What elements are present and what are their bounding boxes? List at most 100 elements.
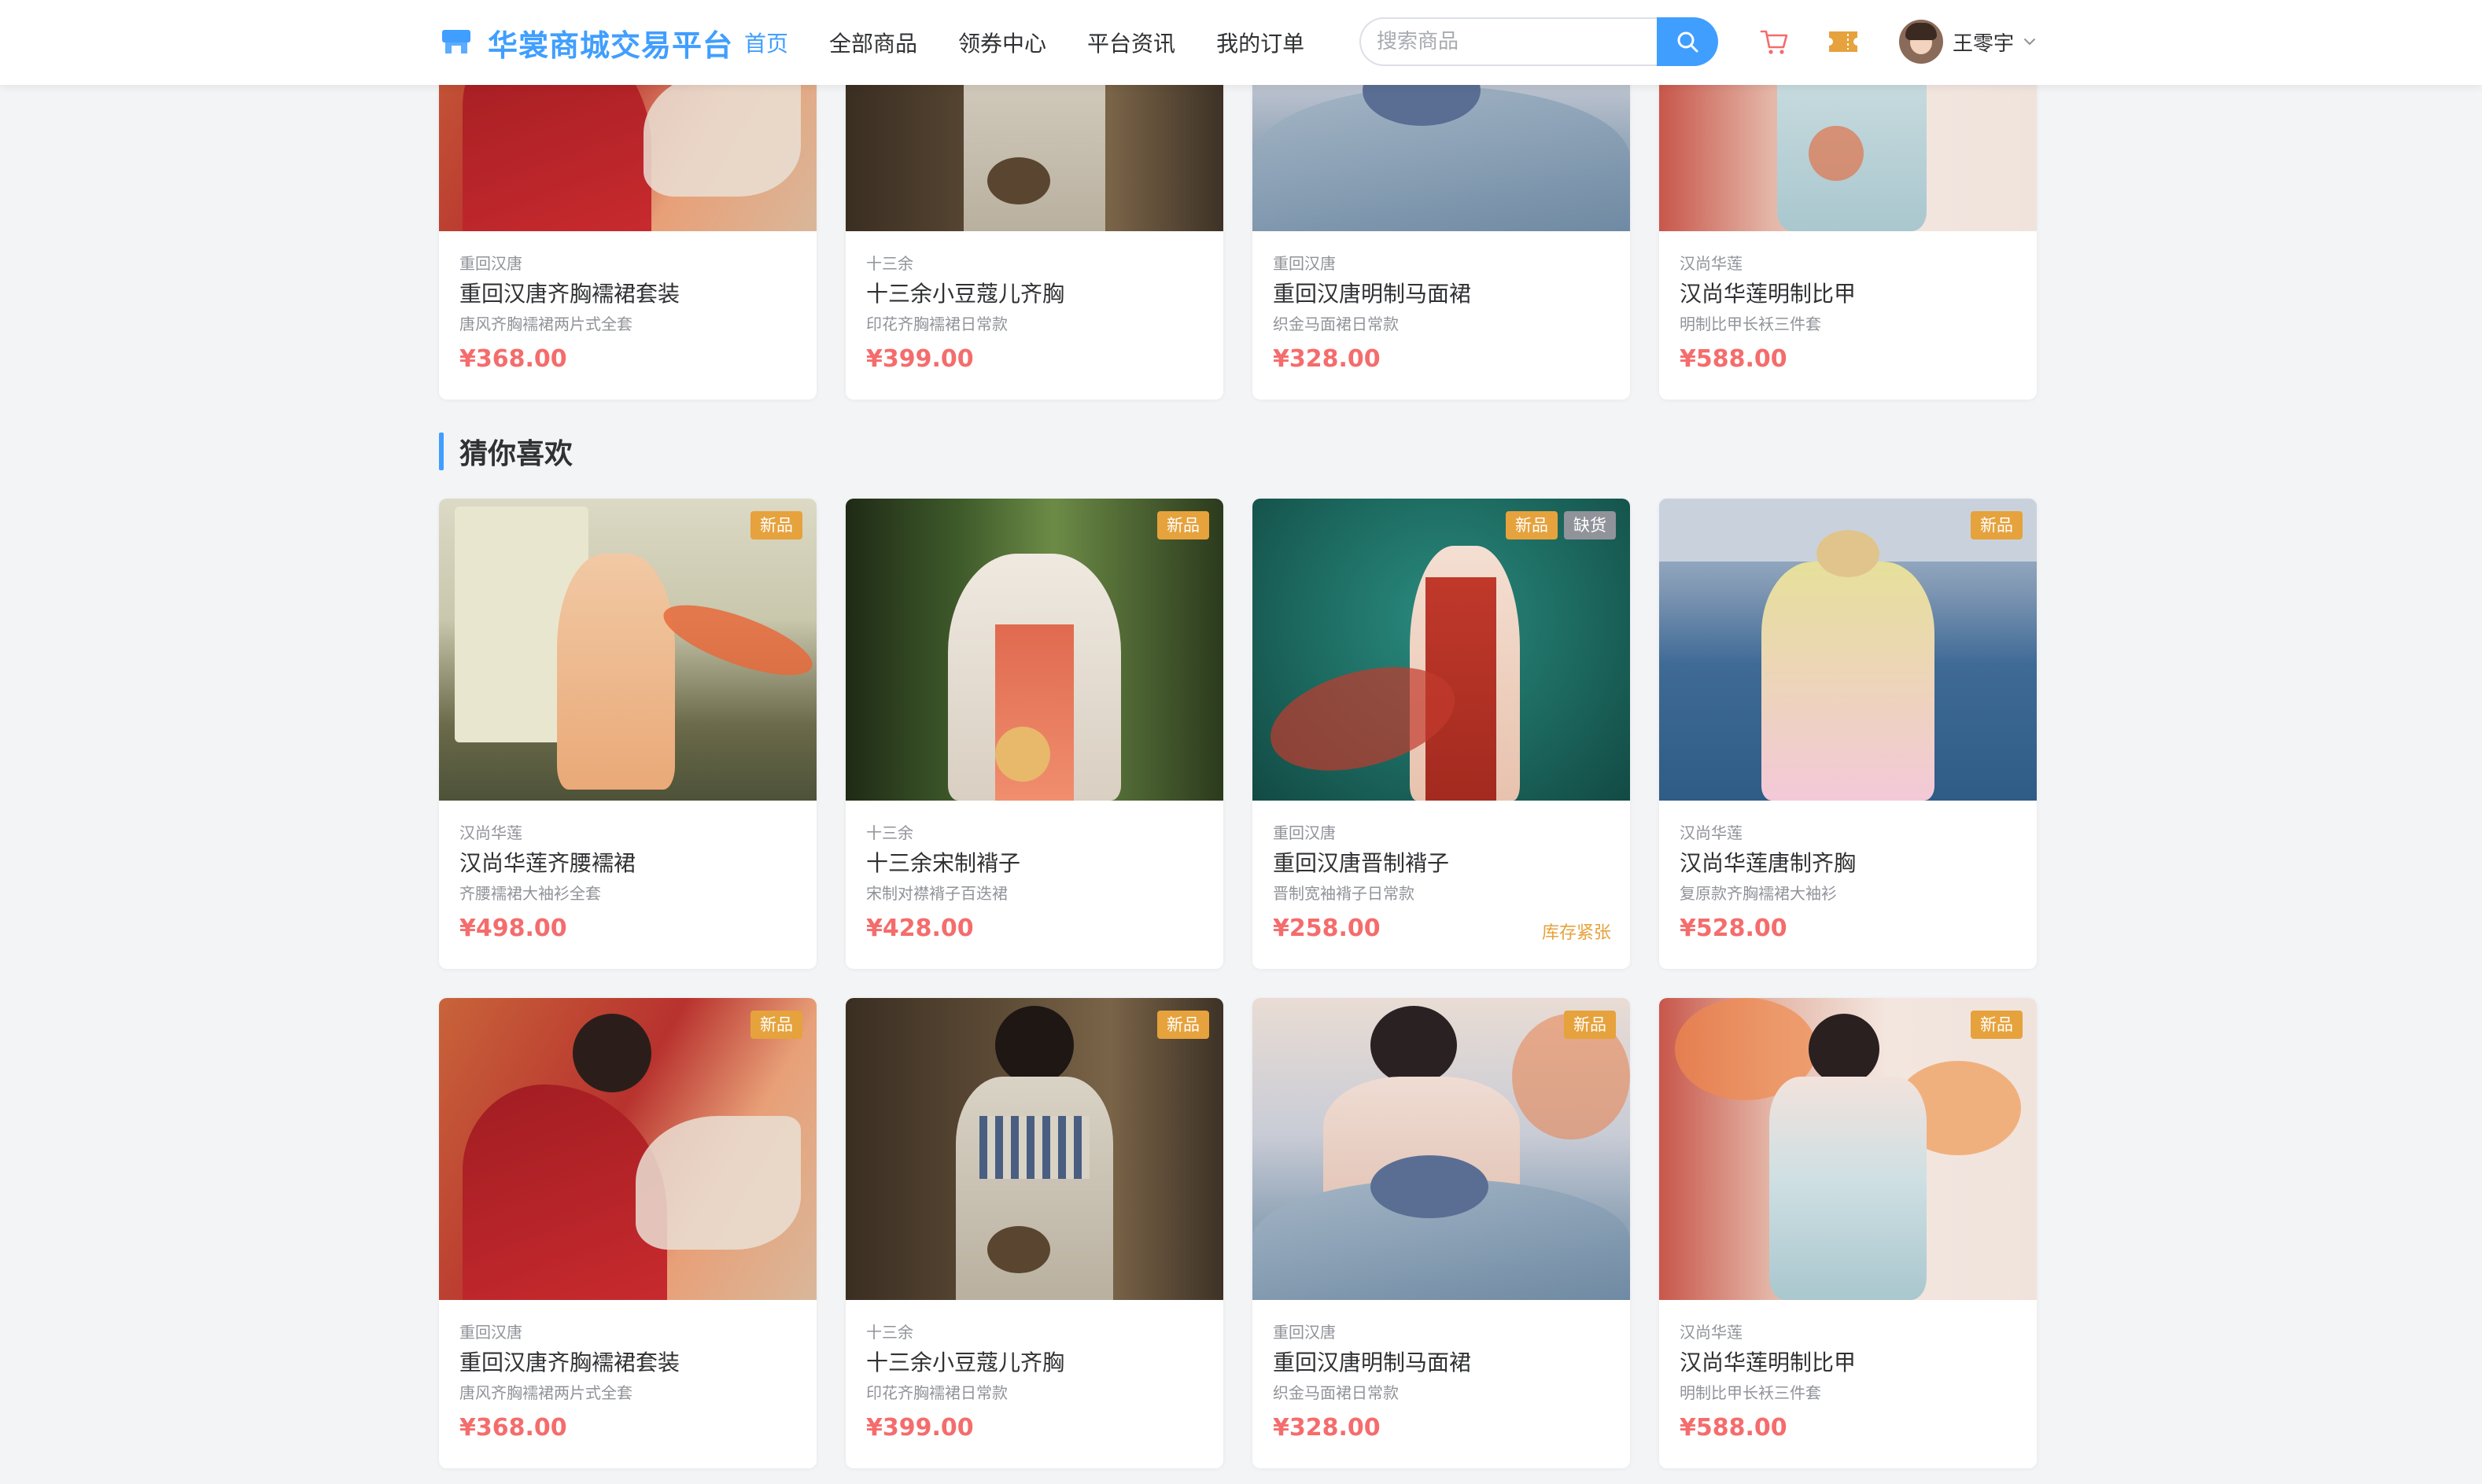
product-price: ¥588.00 [1680, 1414, 1787, 1442]
nav-item-home[interactable]: 首页 [744, 27, 788, 58]
product-image[interactable]: 新品 [1659, 998, 2037, 1300]
shop-name: 汉尚华莲 [1680, 254, 1743, 273]
shop-name: 汉尚华莲 [1680, 823, 1743, 842]
badge-group: 新品 [1971, 1011, 2023, 1039]
product-desc: 唐风齐胸襦裙两片式全套 [459, 1383, 632, 1402]
product-desc: 复原款齐胸襦裙大袖衫 [1680, 884, 1837, 903]
product-image[interactable]: 新品 [846, 998, 1223, 1300]
product-name[interactable]: 重回汉唐明制马面裙 [1273, 278, 1610, 310]
product-price: ¥328.00 [1273, 1414, 1381, 1442]
product-card[interactable]: 新品 十三余 十三余宋制褙子 宋制对襟褙子百迭裙 ¥428.00 [846, 499, 1223, 969]
avatar [1899, 20, 1943, 64]
cart-button[interactable] [1756, 24, 1792, 60]
product-desc: 印花齐胸襦裙日常款 [866, 315, 1008, 333]
product-name[interactable]: 重回汉唐齐胸襦裙套装 [459, 1347, 796, 1379]
shop-name: 重回汉唐 [1273, 254, 1336, 273]
product-name[interactable]: 汉尚华莲明制比甲 [1680, 1347, 2016, 1379]
user-name: 王零宇 [1953, 31, 2015, 56]
product-desc: 织金马面裙日常款 [1273, 1383, 1399, 1402]
badge-group: 新品 缺货 [1506, 511, 1616, 539]
section-title-text: 猜你喜欢 [459, 438, 573, 470]
product-price: ¥328.00 [1273, 345, 1381, 373]
coupon-button[interactable] [1825, 24, 1861, 60]
product-name[interactable]: 汉尚华莲齐腰襦裙 [459, 848, 796, 879]
shop-name: 汉尚华莲 [459, 823, 522, 842]
product-card[interactable]: 新品 缺货 重回汉唐 重回汉唐晋制褙子 晋制宽袖褙子日常款 ¥258.00 库存… [1252, 499, 1630, 969]
product-price: ¥368.00 [459, 345, 567, 373]
badge-group: 新品 [1564, 1011, 1616, 1039]
shop-name: 重回汉唐 [459, 1323, 522, 1342]
product-name[interactable]: 重回汉唐明制马面裙 [1273, 1347, 1610, 1379]
new-badge: 新品 [1157, 1011, 1209, 1039]
badge-group: 新品 [751, 1011, 802, 1039]
product-desc: 明制比甲长袄三件套 [1680, 1383, 1821, 1402]
shop-name: 十三余 [866, 254, 913, 273]
product-desc: 印花齐胸襦裙日常款 [866, 1383, 1008, 1402]
new-badge: 新品 [1971, 1011, 2023, 1039]
badge-group: 新品 [751, 511, 802, 539]
shop-name: 重回汉唐 [1273, 823, 1336, 842]
product-name[interactable]: 汉尚华莲明制比甲 [1680, 278, 2016, 310]
product-price: ¥399.00 [866, 345, 974, 373]
product-desc: 唐风齐胸襦裙两片式全套 [459, 315, 632, 333]
product-image[interactable]: 新品 [439, 998, 817, 1300]
user-menu[interactable]: 王零宇 [1899, 19, 2038, 64]
product-card[interactable]: 新品 汉尚华莲 汉尚华莲明制比甲 明制比甲长袄三件套 ¥588.00 [1659, 998, 2037, 1468]
product-price: ¥428.00 [866, 915, 974, 942]
shop-name: 重回汉唐 [459, 254, 522, 273]
search-button[interactable] [1657, 17, 1718, 66]
product-price: ¥528.00 [1680, 915, 1787, 942]
new-badge: 新品 [1971, 511, 2023, 539]
product-image[interactable]: 新品 缺货 [1252, 499, 1630, 801]
product-price: ¥399.00 [866, 1414, 974, 1442]
product-desc: 织金马面裙日常款 [1273, 315, 1399, 333]
product-name[interactable]: 重回汉唐晋制褙子 [1273, 848, 1610, 879]
product-desc: 晋制宽袖褙子日常款 [1273, 884, 1414, 903]
product-image[interactable]: 新品 [439, 499, 817, 801]
product-image[interactable]: 新品 [1252, 998, 1630, 1300]
stock-warning: 库存紧张 [1541, 923, 1611, 943]
coupon-icon [1829, 31, 1857, 52]
top-navbar: 华裳商城交易平台 首页 全部商品 领券中心 平台资讯 我的订单 搜索商品 王零宇 [0, 0, 2482, 85]
product-name[interactable]: 汉尚华莲唐制齐胸 [1680, 848, 2016, 879]
product-price: ¥588.00 [1680, 345, 1787, 373]
search-bar [1359, 17, 1718, 66]
product-card[interactable]: 新品 汉尚华莲 汉尚华莲唐制齐胸 复原款齐胸襦裙大袖衫 ¥528.00 [1659, 499, 2037, 969]
nav-item-news[interactable]: 平台资讯 [1087, 27, 1175, 58]
product-image[interactable]: 新品 [846, 499, 1223, 801]
badge-group: 新品 [1157, 1011, 1209, 1039]
shop-name: 十三余 [866, 823, 913, 842]
chevron-down-icon [2024, 39, 2036, 45]
nav-item-my-orders[interactable]: 我的订单 [1216, 27, 1304, 58]
product-price: ¥368.00 [459, 1414, 567, 1442]
product-price: ¥498.00 [459, 915, 567, 942]
new-badge: 新品 [1157, 511, 1209, 539]
nav-item-all-products[interactable]: 全部商品 [829, 27, 917, 58]
search-input[interactable] [1359, 17, 1657, 66]
new-badge: 新品 [1506, 511, 1558, 539]
shop-name: 十三余 [866, 1323, 913, 1342]
badge-group: 新品 [1971, 511, 2023, 539]
brand[interactable]: 华裳商城交易平台 [439, 22, 733, 63]
product-card[interactable]: 新品 十三余 十三余小豆蔻儿齐胸 印花齐胸襦裙日常款 ¥399.00 [846, 998, 1223, 1468]
shop-name: 汉尚华莲 [1680, 1323, 1743, 1342]
product-card[interactable]: 新品 重回汉唐 重回汉唐明制马面裙 织金马面裙日常款 ¥328.00 [1252, 998, 1630, 1468]
brand-name: 华裳商城交易平台 [488, 28, 734, 63]
product-image[interactable]: 新品 [1659, 499, 2037, 801]
product-desc: 齐腰襦裙大袖衫全套 [459, 884, 601, 903]
store-icon [442, 30, 470, 53]
product-card[interactable]: 新品 重回汉唐 重回汉唐齐胸襦裙套装 唐风齐胸襦裙两片式全套 ¥368.00 [439, 998, 817, 1468]
shop-name: 重回汉唐 [1273, 1323, 1336, 1342]
new-badge: 新品 [751, 1011, 802, 1039]
nav-item-coupon-center[interactable]: 领券中心 [958, 27, 1046, 58]
product-name[interactable]: 十三余小豆蔻儿齐胸 [866, 1347, 1203, 1379]
product-name[interactable]: 十三余小豆蔻儿齐胸 [866, 278, 1203, 310]
product-name[interactable]: 重回汉唐齐胸襦裙套装 [459, 278, 796, 310]
product-card[interactable]: 新品 汉尚华莲 汉尚华莲齐腰襦裙 齐腰襦裙大袖衫全套 ¥498.00 [439, 499, 817, 969]
badge-group: 新品 [1157, 511, 1209, 539]
out-of-stock-badge: 缺货 [1564, 511, 1616, 539]
product-name[interactable]: 十三余宋制褙子 [866, 848, 1203, 879]
new-badge: 新品 [751, 511, 802, 539]
main-nav: 首页 全部商品 领券中心 平台资讯 我的订单 [744, 0, 1345, 85]
product-desc: 明制比甲长袄三件套 [1680, 315, 1821, 333]
